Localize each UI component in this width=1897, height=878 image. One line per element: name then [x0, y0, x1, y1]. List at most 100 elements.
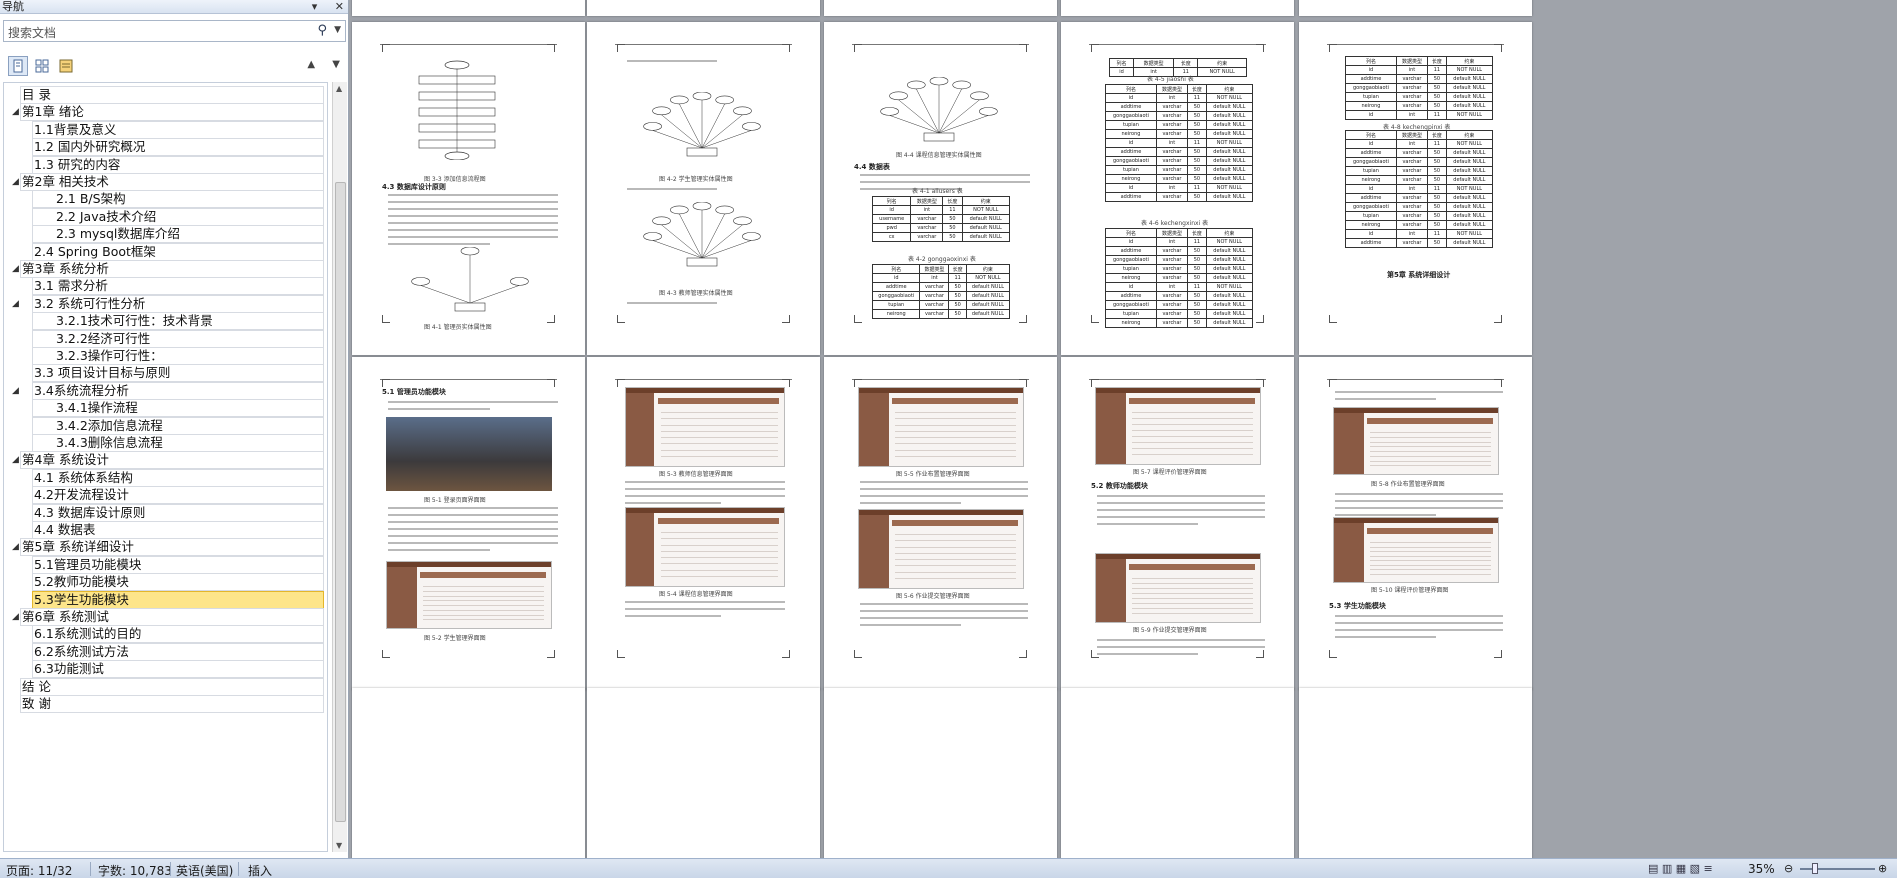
- document-page[interactable]: 图 5-5 作业布置管理界面图图 5-6 作业提交管理界面图: [824, 357, 1057, 690]
- table-cell: NOT NULL: [1205, 93, 1254, 103]
- search-icon[interactable]: ⚲: [317, 23, 327, 38]
- text-line: [388, 542, 558, 544]
- table-cell: 50: [1427, 220, 1447, 230]
- table-cell: varchar: [919, 300, 950, 310]
- document-page[interactable]: 列名 数据类型 长度 约束 id int 11 NOT NULL addtime varchar 5…: [1299, 22, 1532, 355]
- screenshot-row: [1370, 432, 1492, 433]
- scroll-thumb[interactable]: [335, 182, 346, 822]
- screenshot-titlebar: [1128, 564, 1256, 570]
- table-cell: varchar: [1155, 111, 1189, 121]
- document-page[interactable]: 列名 数据类型 长度 约束 id int 11 NOT NULL 表 4-5 jiaoshi 表…: [1061, 22, 1294, 355]
- text-line: [388, 521, 558, 523]
- table-cell: tupian: [1345, 166, 1397, 176]
- nav-title: 导航: [2, 0, 24, 13]
- document-page[interactable]: [824, 688, 1057, 858]
- page-header-line: [1089, 44, 1266, 52]
- table-header-cell: 列名: [1105, 84, 1157, 94]
- text-line: [388, 229, 558, 231]
- table-cell: varchar: [1155, 174, 1189, 184]
- table-cell: NOT NULL: [1205, 282, 1254, 292]
- screenshot-titlebar: [419, 572, 547, 578]
- text-line: [860, 181, 1030, 183]
- chevron-down-icon[interactable]: ▼: [334, 25, 341, 35]
- document-page[interactable]: 5.1 管理员功能模块图 5-1 登录页面界面图图 5-2 学生管理界面图: [352, 357, 585, 690]
- page-margin-mark: [382, 44, 390, 52]
- document-page[interactable]: [352, 0, 585, 16]
- text-line: [860, 610, 1028, 612]
- table-cell: varchar: [1155, 309, 1189, 319]
- table-cell: varchar: [1155, 246, 1189, 256]
- zoom-level[interactable]: 35%: [1748, 862, 1775, 876]
- document-page[interactable]: [587, 0, 820, 16]
- zoom-in-icon[interactable]: ⊕: [1878, 862, 1887, 875]
- table-cell: 50: [1187, 309, 1207, 319]
- document-page[interactable]: 图 3-3 添加信息流程图 4.3 数据库设计原则图 4-1 管理员实体属性图: [352, 22, 585, 355]
- table-cell: default NULL: [961, 232, 1010, 242]
- text: 图 4-3 教师管理实体属性图: [659, 290, 733, 297]
- status-bar: 页面: 11/32 字数: 10,783 英语(美国) 插入 ▤ ▥ ▦ ▧ ≡…: [0, 858, 1897, 878]
- results-view-icon[interactable]: [56, 56, 76, 76]
- tree-item-box: [20, 86, 324, 104]
- screenshot-row: [1132, 603, 1254, 604]
- tree-item[interactable]: 致 谢: [4, 694, 327, 714]
- document-page[interactable]: 图 5-3 教师信息管理界面图图 5-4 课程信息管理界面图: [587, 357, 820, 690]
- table-cell: 50: [1427, 202, 1447, 212]
- document-page[interactable]: [1299, 0, 1532, 16]
- insert-mode[interactable]: 插入: [248, 862, 272, 878]
- text-line: [388, 208, 558, 210]
- document-page[interactable]: 图 5-7 课程评价管理界面图 5.2 教师功能模块图 5-9 作业提交管理界面图: [1061, 357, 1294, 690]
- pages-view-icon[interactable]: [32, 56, 52, 76]
- screenshot-row: [1132, 598, 1254, 599]
- page-margin-mark: [547, 379, 555, 387]
- text-line: [625, 608, 785, 610]
- document-page[interactable]: 图 4-2 学生管理实体属性图图 4-3 教师管理实体属性图: [587, 22, 820, 355]
- language[interactable]: 英语(美国): [176, 862, 233, 878]
- screenshot-row: [1132, 430, 1254, 431]
- table-cell: addtime: [1345, 74, 1397, 84]
- table-cell: default NULL: [1205, 174, 1254, 184]
- document-page[interactable]: 图 4-4 课程信息管理实体属性图 4.4 数据表表 4-1 allusers 表…: [824, 22, 1057, 355]
- document-pages-area[interactable]: 图 3-3 添加信息流程图 4.3 数据库设计原则图 4-1 管理员实体属性图图 …: [351, 0, 1897, 858]
- page-margin-mark: [1091, 44, 1099, 52]
- page-margin-mark: [782, 379, 790, 387]
- headings-view-icon[interactable]: [8, 56, 28, 76]
- search-input[interactable]: 搜索文档 ⚲ ▼: [3, 20, 346, 42]
- screenshot-row: [895, 424, 1017, 426]
- document-page[interactable]: [824, 0, 1057, 16]
- previous-heading-icon[interactable]: ▲: [307, 59, 315, 70]
- word-count[interactable]: 字数: 10,783: [98, 862, 172, 878]
- table-cell: 50: [1187, 120, 1207, 130]
- text: 图 5-6 作业提交管理界面图: [896, 593, 970, 600]
- document-page[interactable]: [1061, 0, 1294, 16]
- table-cell: default NULL: [1445, 74, 1494, 84]
- table-cell: int: [1155, 237, 1189, 247]
- document-page[interactable]: [587, 688, 820, 858]
- document-page[interactable]: [352, 688, 585, 858]
- page-header-line: [1327, 379, 1504, 387]
- text: 图 5-2 学生管理界面图: [424, 635, 486, 642]
- page-count[interactable]: 页面: 11/32: [6, 862, 72, 878]
- table-cell: username: [871, 214, 912, 224]
- table-cell: default NULL: [1445, 211, 1494, 221]
- nav-scrollbar[interactable]: ▲ ▼: [332, 82, 347, 852]
- screenshot-titlebar: [657, 398, 780, 404]
- view-mode-icons[interactable]: ▤ ▥ ▦ ▧ ≡: [1648, 862, 1713, 875]
- table-cell: 11: [1427, 65, 1447, 75]
- text-line: [388, 408, 490, 410]
- text-line: [1097, 523, 1198, 525]
- next-heading-icon[interactable]: ▼: [332, 59, 340, 70]
- document-page[interactable]: [1061, 688, 1294, 858]
- table-cell: default NULL: [965, 309, 1011, 319]
- zoom-out-icon[interactable]: ⊖: [1784, 862, 1793, 875]
- nav-dropdown-icon[interactable]: ▾: [312, 0, 318, 13]
- document-page[interactable]: 图 5-8 作业布置管理界面图图 5-10 课程评价管理界面图 5.3 学生功能模…: [1299, 357, 1532, 690]
- scroll-down-icon[interactable]: ▼: [336, 841, 342, 850]
- document-page[interactable]: [1299, 688, 1532, 858]
- close-icon[interactable]: ✕: [335, 0, 344, 13]
- text-line: [627, 60, 717, 62]
- scroll-up-icon[interactable]: ▲: [336, 84, 342, 93]
- screenshot-row: [1370, 564, 1492, 566]
- table-cell: default NULL: [1205, 192, 1254, 202]
- zoom-slider-handle[interactable]: [1812, 863, 1818, 874]
- table-cell: 50: [1187, 174, 1207, 184]
